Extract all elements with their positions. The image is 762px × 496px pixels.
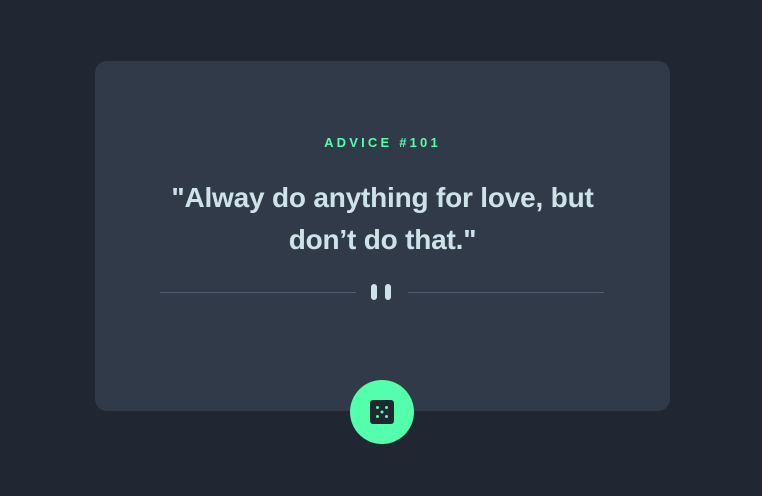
generate-advice-button[interactable] — [350, 380, 414, 444]
advice-card: ADVICE #101 "Alway do anything for love,… — [95, 61, 670, 411]
advice-quote: "Alway do anything for love, but don’t d… — [171, 182, 594, 255]
advice-id: ADVICE #101 — [324, 135, 441, 150]
page: ADVICE #101 "Alway do anything for love,… — [0, 0, 762, 496]
pause-icon — [371, 284, 391, 300]
dice-icon — [370, 400, 394, 424]
divider — [160, 282, 604, 302]
divider-line-right — [408, 292, 604, 293]
divider-line-left — [160, 292, 356, 293]
